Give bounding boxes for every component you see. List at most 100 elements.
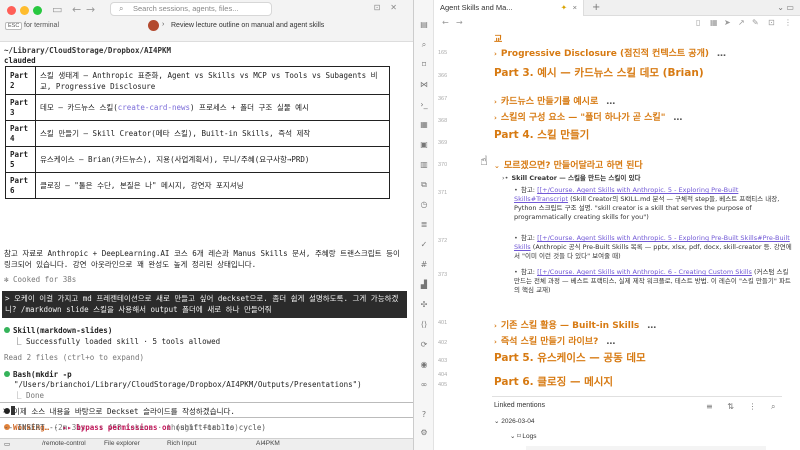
forward-arrow-icon[interactable]: → <box>456 18 463 27</box>
folder-icon[interactable]: ▤ <box>419 20 429 30</box>
file-explorer-button[interactable]: File explorer <box>104 440 140 447</box>
calendar-icon[interactable]: ▣ <box>419 140 429 150</box>
close-tab-icon[interactable]: × <box>573 0 577 16</box>
chevron-down-icon[interactable]: ⌄ <box>494 162 500 170</box>
table-row: Part 6 클로징 — "툴은 수단, 본질은 나" 메시지, 강연자 포지셔… <box>5 172 390 199</box>
lm-logs-text: Logs <box>522 433 537 440</box>
success-dot-icon <box>4 371 10 377</box>
skill-link[interactable]: create-card-news <box>118 103 190 112</box>
heading[interactable]: ⌄ 모르겠으면? 만들어달라고 하면 된다 <box>494 158 643 171</box>
book-icon[interactable]: ▯ <box>696 18 700 27</box>
sync-icon[interactable]: ⟳ <box>419 340 429 350</box>
line-number: 367 <box>438 96 448 102</box>
code-icon[interactable]: ⟨⟩ <box>419 320 429 330</box>
list-item: • 참고: [[+/Course. Agent Skills with Anthr… <box>514 268 792 295</box>
search-icon: ⌕ <box>119 4 124 13</box>
heading[interactable]: › Progressive Disclosure (점진적 컨텍스트 공개)… <box>494 46 727 59</box>
copy-icon[interactable]: ⧉ <box>419 180 429 190</box>
line-number: 369 <box>438 140 448 146</box>
note-link[interactable]: [[+/Course. Agent Skills with Anthropic.… <box>537 268 752 276</box>
chart-icon[interactable]: ▟ <box>419 280 429 290</box>
prompt-input[interactable]: > <box>0 402 413 418</box>
ref-label: 참고: <box>520 186 535 194</box>
heading-text: 카드뉴스 만들기를 예시로 <box>500 97 599 107</box>
template-icon[interactable]: ▥ <box>419 160 429 170</box>
forward-arrow-icon[interactable]: → <box>86 3 95 16</box>
heading[interactable]: › 스킬의 구성 요소 — "폴더 하나가 곧 스킬" … <box>494 110 683 123</box>
chevron-right-icon[interactable]: › <box>494 338 497 346</box>
chevron-right-icon[interactable]: › <box>494 322 497 330</box>
pin-icon[interactable]: ✎ <box>752 18 759 27</box>
row-text: ) 프로세스 + 폴더 구조 실물 예시 <box>190 103 309 112</box>
grid-icon[interactable]: ▦ <box>419 120 429 130</box>
check-icon[interactable]: ✓ <box>419 240 429 250</box>
rich-input-button[interactable]: Rich Input <box>167 440 196 447</box>
record-icon[interactable]: ◉ <box>419 360 429 370</box>
tab-active-note[interactable]: Agent Skills and Ma... ✦ × <box>434 0 584 16</box>
lock-icon[interactable]: ⊡ <box>768 18 775 27</box>
heading[interactable]: Part 5. 유스케이스 — 공동 데모 <box>494 350 646 365</box>
line-number: 402 <box>438 340 448 346</box>
remote-control-button[interactable]: /remote-control <box>42 440 86 447</box>
heading[interactable]: Part 4. 스킬 만들기 <box>494 127 589 142</box>
linked-mention-date[interactable]: ⌄ 2026-03-04 <box>494 417 535 425</box>
chevron-right-icon[interactable]: › <box>494 114 497 122</box>
read-files-line[interactable]: Read 2 files (ctrl+o to expand) <box>4 353 144 362</box>
terminal-tab-row: ESC for terminal › Review lecture outlin… <box>0 18 413 40</box>
note-editor[interactable]: 교 › Progressive Disclosure (점진적 컨텍스트 공개)…… <box>474 30 792 450</box>
clock-icon[interactable]: ◷ <box>419 200 429 210</box>
grid-icon[interactable]: ▦ <box>710 18 718 27</box>
linked-mention-logs[interactable]: ⌄ ⌑ Logs <box>510 432 537 440</box>
session-title[interactable]: Review lecture outline on manual and age… <box>171 22 324 29</box>
heading[interactable]: › 즉석 스킬 만들기 라이브? … <box>494 334 616 347</box>
heading[interactable]: Part 3. 예시 — 카드뉴스 스킬 데모 (Brian) <box>494 65 704 80</box>
list-item: • 참고: [[+/Course. Agent Skills with Anthr… <box>514 234 792 261</box>
skill-call-text: Skill(markdown-slides) <box>13 326 113 335</box>
help-icon[interactable]: ? <box>419 410 429 420</box>
share-icon[interactable]: ↗ <box>738 18 745 27</box>
heading-dots: … <box>606 337 617 347</box>
more-icon[interactable]: ⋮ <box>784 18 792 27</box>
session-search-input[interactable]: ⌕ Search sessions, agents, files... <box>110 2 272 16</box>
line-number: 165 <box>438 50 448 56</box>
minimize-window-button[interactable] <box>20 6 29 15</box>
heading-text: 스킬의 구성 요소 — "폴더 하나가 곧 스킬" <box>500 113 666 123</box>
window-controls[interactable]: ⊡✕ <box>374 3 407 12</box>
heading[interactable]: Part 6. 클로징 — 메시지 <box>494 374 613 389</box>
back-arrow-icon[interactable]: ← <box>442 18 449 27</box>
list-icon[interactable]: ≣ <box>419 220 429 230</box>
bash-call-text: Bash(mkdir -p <box>13 370 72 379</box>
heading[interactable]: 교 <box>494 32 502 45</box>
bookmark-icon[interactable]: ⌑ <box>419 60 429 70</box>
ref-label: 참고: <box>520 234 535 242</box>
heading[interactable]: › 카드뉴스 만들기를 예시로… <box>494 94 616 107</box>
close-window-button[interactable] <box>7 6 16 15</box>
graph-icon[interactable]: ⋈ <box>419 80 429 90</box>
new-tab-icon[interactable]: + <box>592 0 600 16</box>
folder-button[interactable]: AI4PKM <box>256 440 280 447</box>
heading-text: 즉석 스킬 만들기 라이브? <box>500 337 599 347</box>
send-icon[interactable]: ➤ <box>724 18 731 27</box>
tab-menu-icon[interactable]: ⌄ ▭ <box>777 0 794 16</box>
back-arrow-icon[interactable]: ← <box>72 3 81 16</box>
bypass-permissions-label[interactable]: ▸▸ bypass permissions on <box>63 423 171 432</box>
tab-terminal[interactable]: for terminal <box>24 22 59 29</box>
chevron-right-icon[interactable]: › <box>494 98 497 106</box>
maximize-window-button[interactable] <box>33 6 42 15</box>
heading-text: Progressive Disclosure (점진적 컨텍스트 공개) <box>500 49 709 59</box>
heading[interactable]: › 기존 스킬 활용 — Built-in Skills… <box>494 318 657 331</box>
table-cell-desc: 스킬 생태계 — Anthropic 표준화, Agent vs Skills … <box>35 66 390 95</box>
settings-icon[interactable]: ⚙ <box>419 428 429 438</box>
divider <box>492 396 782 397</box>
linked-mentions-toolbar[interactable]: ≡ ⇅ ⋮ ⌕ <box>706 402 782 412</box>
link-icon[interactable]: ∞ <box>419 380 429 390</box>
sidebar-toggle-icon[interactable]: ▭ <box>52 3 62 16</box>
chevron-right-icon[interactable]: › <box>494 50 497 58</box>
search-icon[interactable]: ⌕ <box>419 40 429 50</box>
heading-dots: … <box>673 113 684 123</box>
terminal-icon: ▭ <box>4 441 11 448</box>
terminal-icon[interactable]: ›_ <box>419 100 429 110</box>
puzzle-icon[interactable]: ✣ <box>419 300 429 310</box>
tag-icon[interactable]: # <box>419 260 429 270</box>
search-placeholder: Search sessions, agents, files... <box>133 4 239 13</box>
